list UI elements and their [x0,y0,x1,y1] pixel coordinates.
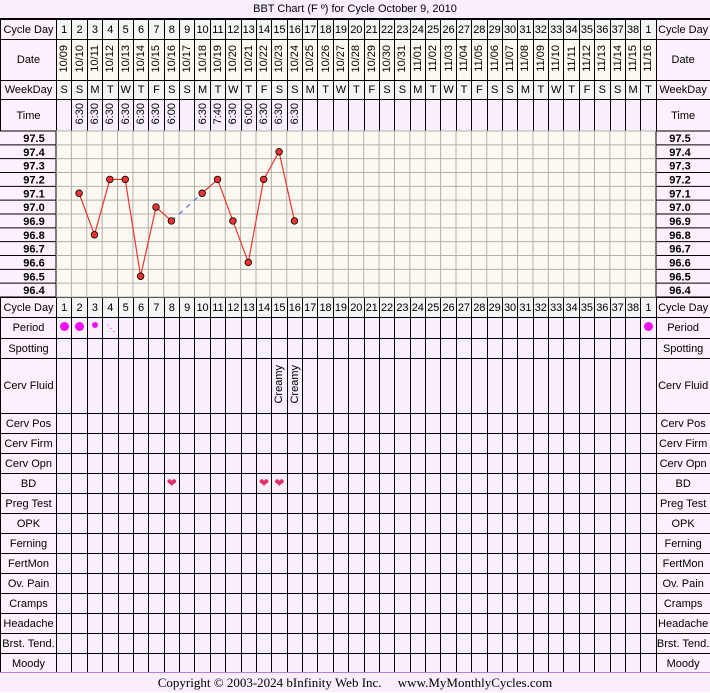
copyright-text: Copyright © 2003-2024 bInfinity Web Inc. [157,675,382,690]
temperature-point[interactable] [198,189,206,197]
y-tick-label-right: 96.5 [669,271,690,283]
y-tick-label-right: 97.4 [669,147,691,159]
y-tick-label-left: 96.9 [23,216,44,228]
y-tick-label-left: 97.1 [23,188,44,200]
y-tick-label-right: 96.7 [669,244,690,256]
y-tick-label-right: 97.3 [669,161,690,173]
temperature-point[interactable] [167,217,176,225]
y-tick-label-left: 97.4 [23,147,45,159]
y-tick-label-right: 96.6 [669,257,690,269]
y-tick-label-left: 97.5 [23,133,44,145]
y-tick-label-left: 97.3 [23,161,44,173]
y-tick-label-left: 96.7 [23,244,44,256]
temperature-point[interactable] [275,148,283,156]
temperature-point[interactable] [136,272,145,280]
y-tick-label-left: 96.6 [23,257,44,269]
y-tick-label-right: 96.8 [669,230,690,242]
temperature-point[interactable] [121,175,129,184]
temperature-point[interactable] [244,258,253,267]
y-tick-label-left: 96.4 [23,285,45,297]
temperature-point[interactable] [290,217,299,225]
site-link[interactable]: www.MyMonthlyCycles.com [398,675,552,690]
y-tick-label-right: 97.1 [669,188,690,200]
temperature-point[interactable] [75,189,83,197]
y-tick-label-left: 97.2 [23,174,44,186]
temperature-point[interactable] [229,217,237,225]
temperature-chart: 97.5 97.597.4 97.497.3 97.397.2 97.297.1 97.1… [0,130,710,298]
y-tick-label-right: 96.9 [669,216,690,228]
y-tick-label-right: 96.4 [669,285,691,297]
temperature-point[interactable] [152,203,160,211]
y-tick-label-right: 97.0 [669,202,690,214]
y-tick-label-right: 97.5 [669,133,690,145]
footer: Copyright © 2003-2024 bInfinity Web Inc.… [0,672,710,692]
temperature-point[interactable] [213,175,222,184]
y-tick-label-left: 96.8 [23,230,44,242]
y-tick-label-right: 97.2 [669,174,690,186]
y-tick-label-left: 96.5 [23,271,44,283]
temperature-point[interactable] [106,175,114,184]
temperature-point[interactable] [259,175,268,184]
temperature-point[interactable] [90,231,99,239]
y-tick-label-left: 97.0 [23,202,44,214]
